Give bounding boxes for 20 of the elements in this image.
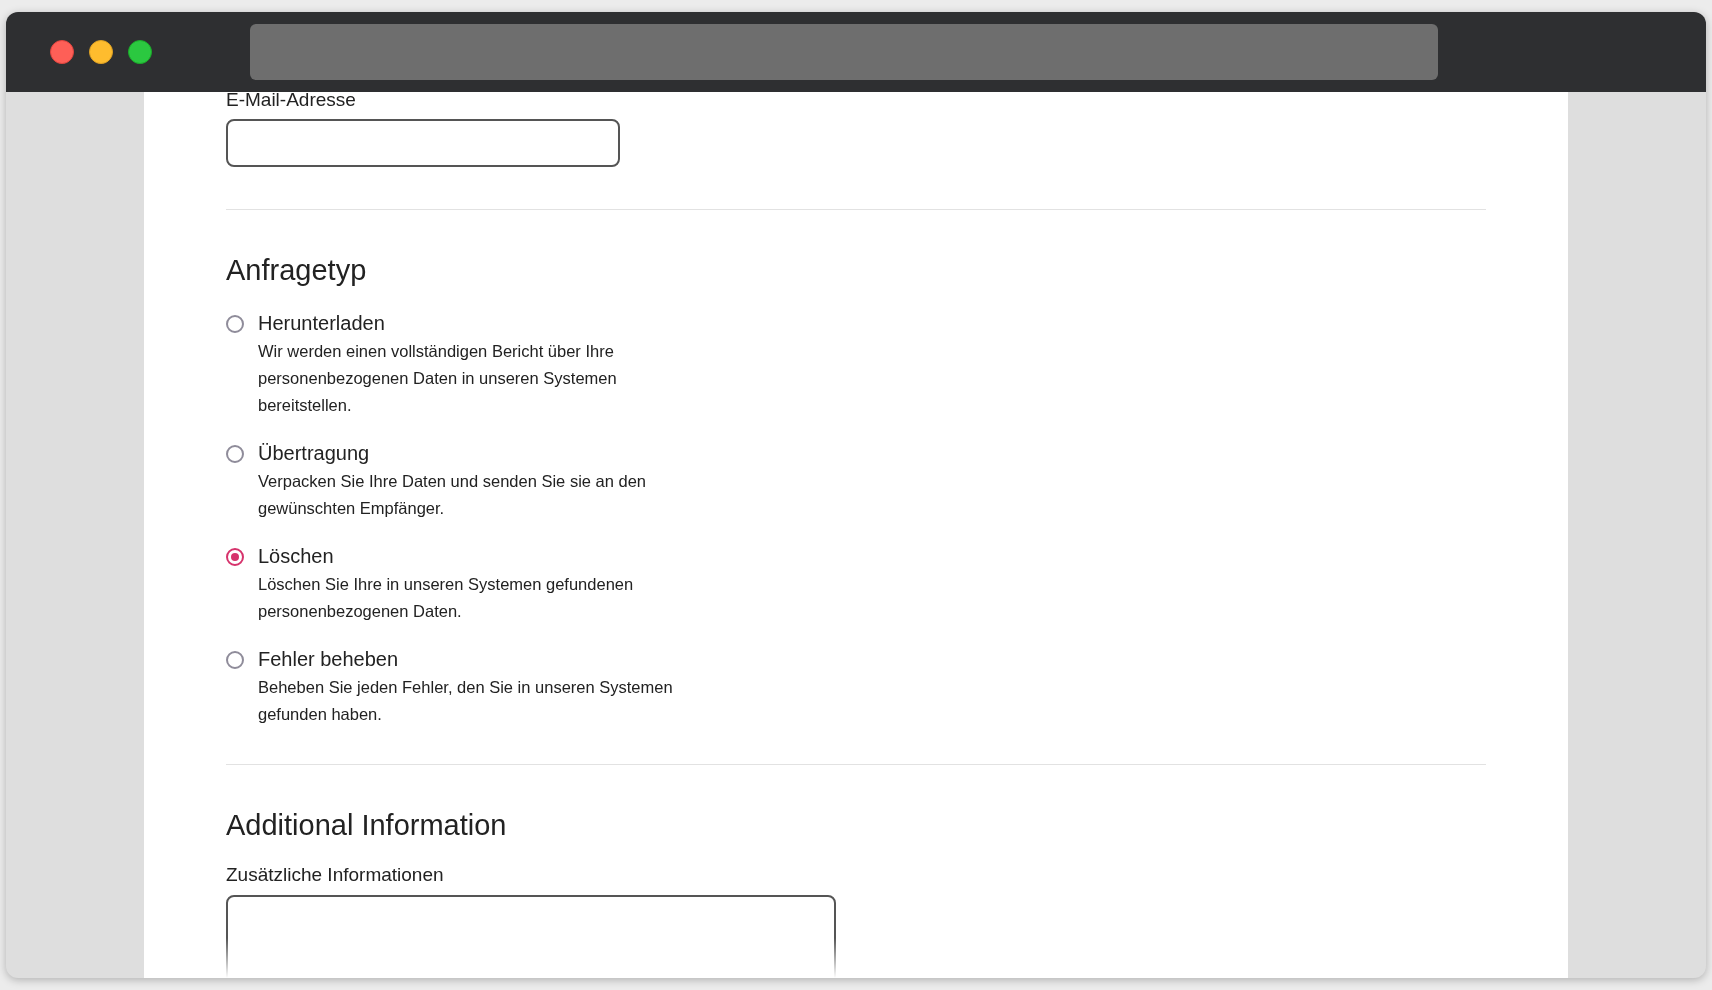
section-heading: Additional Information (226, 808, 508, 843)
close-icon[interactable] (50, 40, 74, 64)
option-description: Verpacken Sie Ihre Daten und senden Sie sie an den gewünschten Empfänger. (258, 471, 648, 519)
minimize-icon[interactable] (89, 40, 113, 64)
radio-button[interactable] (226, 651, 244, 669)
section-heading: Anfragetyp (226, 253, 368, 288)
maximize-icon[interactable] (128, 40, 152, 64)
option-description: Wir werden einen vollständigen Bericht über Ihre personenbezogenen Daten in unseren Systemen bereitstellen. (258, 341, 618, 416)
radio-button[interactable] (226, 315, 244, 333)
email-label: E-Mail-Adresse (226, 92, 357, 112)
field-label: Zusätzliche Informationen (226, 863, 445, 887)
option-label[interactable]: Herunterladen (258, 308, 698, 338)
email-input[interactable] (226, 119, 620, 167)
option-description: Löschen Sie Ihre in unseren Systemen gefundenen personenbezogenen Daten. (258, 574, 635, 622)
radio-button[interactable] (226, 548, 244, 566)
option-label[interactable]: Fehler beheben (258, 644, 698, 674)
option-description: Beheben Sie jeden Fehler, den Sie in unseren Systemen gefunden haben. (258, 677, 674, 725)
option-label[interactable]: Übertragung (258, 438, 698, 468)
radio-button[interactable] (226, 445, 244, 463)
option-label[interactable]: Löschen (258, 541, 698, 571)
